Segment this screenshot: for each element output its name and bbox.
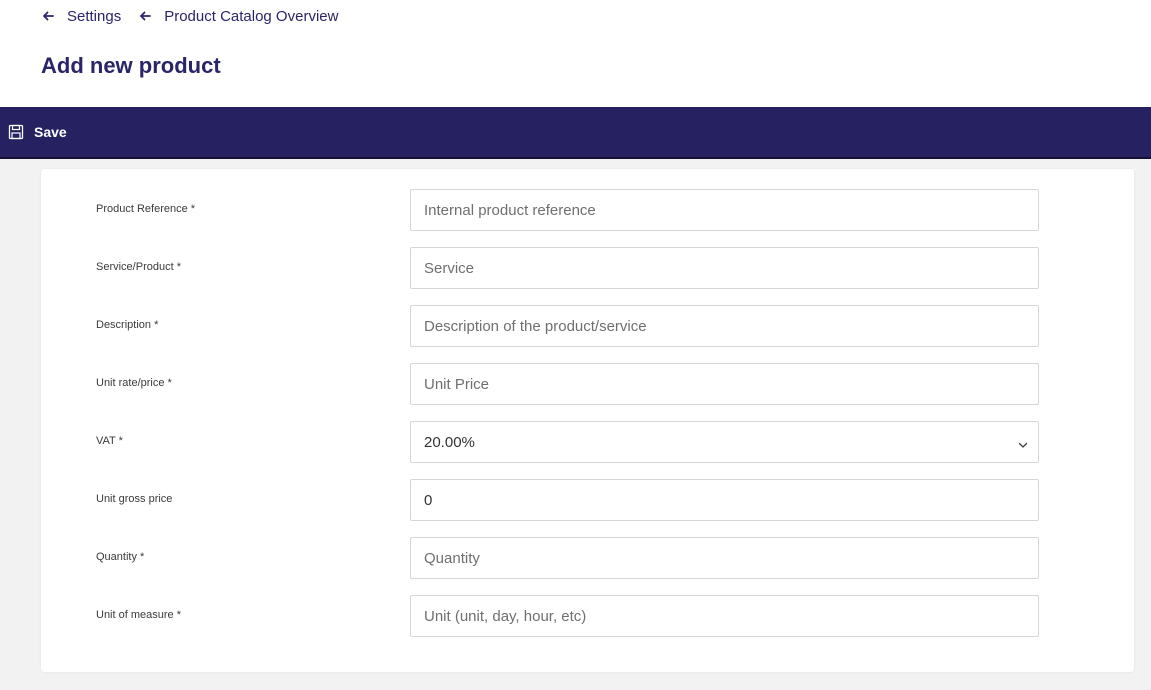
breadcrumb-label: Settings <box>67 7 122 25</box>
unit-price-label: Unit rate/price * <box>96 377 172 389</box>
toolbar: Save <box>0 107 1151 159</box>
service-product-label: Service/Product * <box>96 261 181 273</box>
unit-gross-price-label: Unit gross price <box>96 493 173 505</box>
form-row-unit-price: Unit rate/price * <box>41 363 1134 405</box>
breadcrumb: Settings Product Catalog Overview <box>41 5 355 27</box>
content-area: Product Reference * Service/Product * De… <box>0 159 1151 690</box>
service-product-input[interactable] <box>410 247 1039 289</box>
description-label: Description * <box>96 319 159 331</box>
form-row-description: Description * <box>41 305 1134 347</box>
form-row-service-product: Service/Product * <box>41 247 1134 289</box>
floppy-disk-icon <box>8 124 24 140</box>
breadcrumb-settings-link[interactable]: Settings <box>41 8 121 25</box>
arrow-left-icon <box>138 9 152 23</box>
unit-gross-price-input[interactable] <box>410 479 1039 521</box>
product-form-card: Product Reference * Service/Product * De… <box>41 169 1134 672</box>
save-button[interactable]: Save <box>8 124 67 140</box>
form-row-product-reference: Product Reference * <box>41 189 1134 231</box>
page-title: Add new product <box>41 53 221 78</box>
save-button-label: Save <box>34 124 67 140</box>
unit-of-measure-input[interactable] <box>410 595 1039 637</box>
form-row-unit-gross-price: Unit gross price <box>41 479 1134 521</box>
product-reference-input[interactable] <box>410 189 1039 231</box>
chevron-down-icon <box>1018 437 1028 448</box>
vat-selected-value: 20.00% <box>424 433 475 451</box>
unit-of-measure-label: Unit of measure * <box>96 609 181 621</box>
arrow-left-icon <box>41 9 55 23</box>
breadcrumb-label: Product Catalog Overview <box>164 7 339 25</box>
form-row-quantity: Quantity * <box>41 537 1134 579</box>
breadcrumb-product-catalog-link[interactable]: Product Catalog Overview <box>138 8 338 25</box>
form-row-vat: VAT * 20.00% <box>41 421 1134 463</box>
product-reference-label: Product Reference * <box>96 203 196 215</box>
description-input[interactable] <box>410 305 1039 347</box>
vat-label: VAT * <box>96 435 123 447</box>
quantity-input[interactable] <box>410 537 1039 579</box>
vat-select[interactable]: 20.00% <box>410 421 1039 463</box>
unit-price-input[interactable] <box>410 363 1039 405</box>
form-row-unit-of-measure: Unit of measure * <box>41 595 1134 637</box>
quantity-label: Quantity * <box>96 551 145 563</box>
